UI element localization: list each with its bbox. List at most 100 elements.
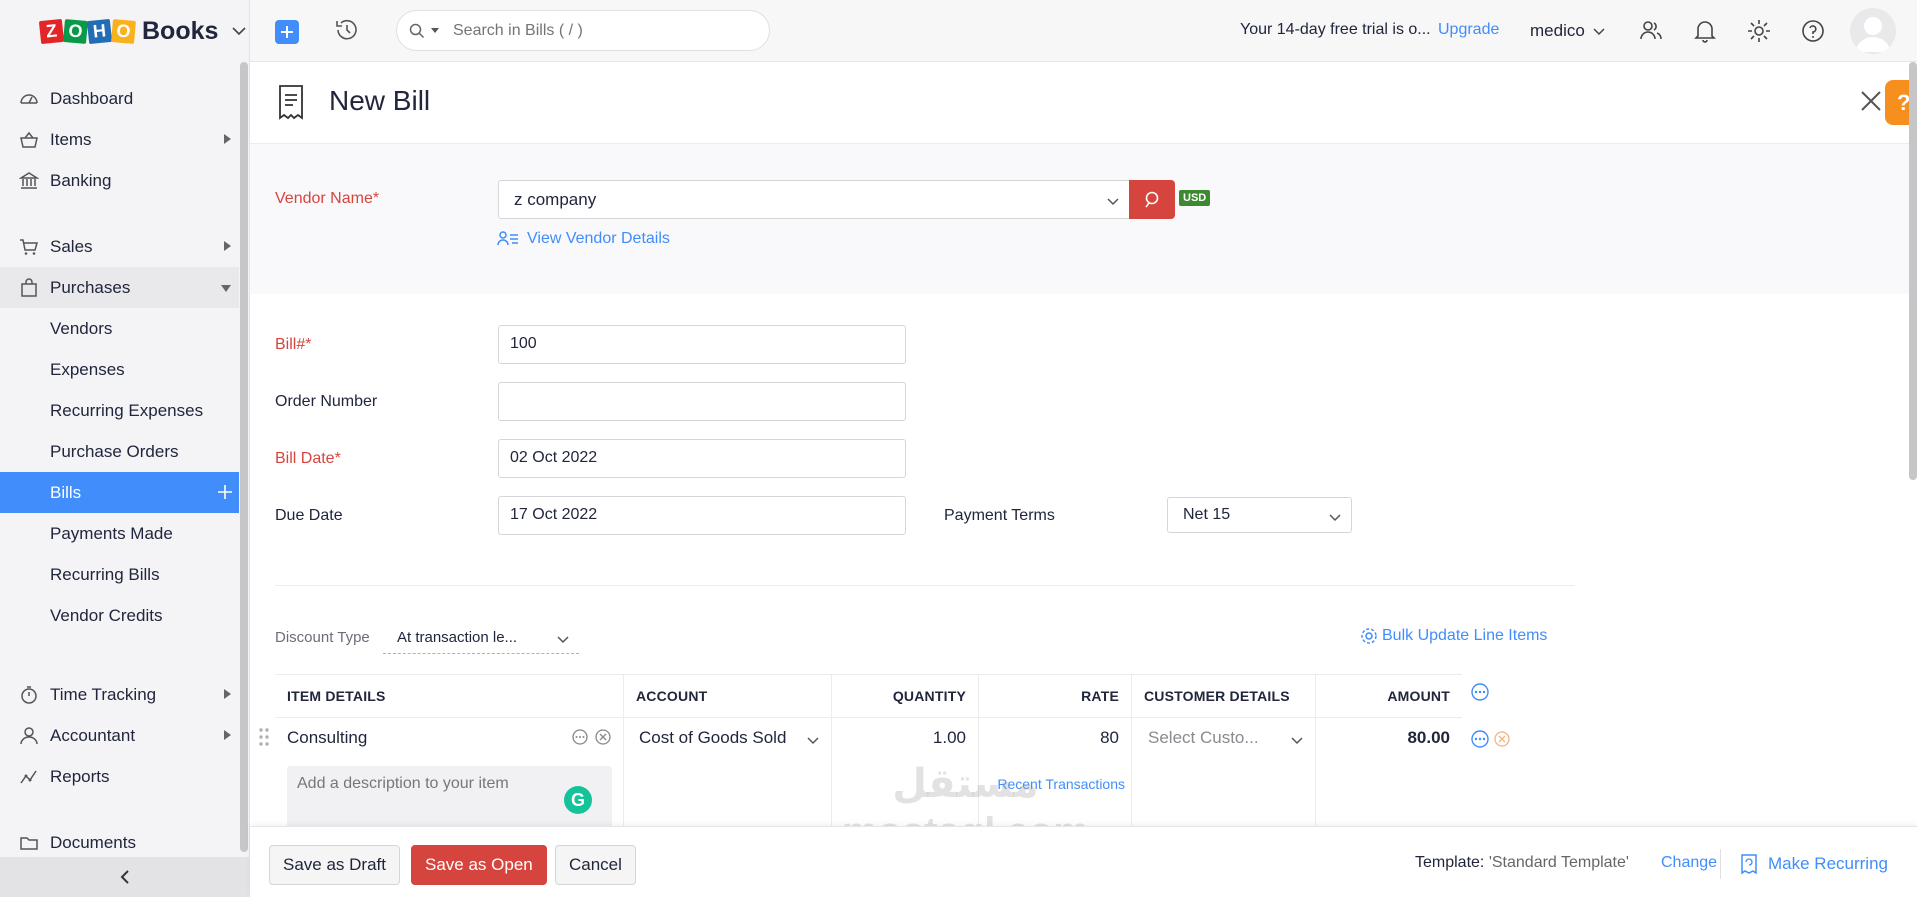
- currency-badge: USD: [1179, 190, 1211, 206]
- vendor-name-select[interactable]: z company: [498, 180, 1130, 219]
- sidebar-item-purchases[interactable]: Purchases: [0, 267, 239, 308]
- search-bar[interactable]: [396, 10, 770, 51]
- users-icon[interactable]: [1638, 18, 1664, 44]
- brand[interactable]: Z O H O Books: [0, 0, 249, 62]
- sidebar-item-expenses[interactable]: Expenses: [0, 349, 239, 390]
- col-rate: RATE: [979, 675, 1132, 717]
- gear-icon[interactable]: [1746, 18, 1772, 44]
- sidebar-item-accountant[interactable]: Accountant: [0, 715, 239, 756]
- col-quantity: QUANTITY: [832, 675, 979, 717]
- sidebar-item-bills[interactable]: Bills: [0, 472, 239, 513]
- vendor-search-button[interactable]: [1129, 180, 1175, 219]
- sidebar-item-time-tracking[interactable]: Time Tracking: [0, 674, 239, 715]
- view-vendor-details-link[interactable]: View Vendor Details: [497, 230, 670, 248]
- cancel-button[interactable]: Cancel: [555, 845, 636, 885]
- sidebar-item-vendors[interactable]: Vendors: [0, 308, 239, 349]
- sidebar-scrollbar[interactable]: [240, 62, 248, 852]
- clear-item-icon[interactable]: [594, 728, 612, 746]
- make-recurring-link[interactable]: Make Recurring: [1740, 853, 1888, 875]
- bill-date-label: Bill Date*: [275, 450, 341, 467]
- discount-type-select[interactable]: At transaction le...: [383, 620, 579, 654]
- col-item-details: ITEM DETAILS: [275, 675, 624, 717]
- customer-cell[interactable]: Select Custo...: [1132, 718, 1316, 828]
- bell-icon[interactable]: [1692, 18, 1718, 44]
- col-customer-details: CUSTOMER DETAILS: [1132, 675, 1316, 717]
- delete-row-icon[interactable]: [1493, 730, 1511, 748]
- sidebar-item-items[interactable]: Items: [0, 119, 239, 160]
- item-description-input[interactable]: Add a description to your item G: [287, 766, 612, 828]
- save-as-draft-button[interactable]: Save as Draft: [269, 845, 400, 885]
- chevron-left-icon: [120, 870, 129, 884]
- order-number-field[interactable]: [498, 382, 906, 421]
- item-details-cell[interactable]: Consulting Add a description to your ite…: [259, 718, 624, 828]
- sidebar-item-vendor-credits[interactable]: Vendor Credits: [0, 595, 239, 636]
- close-icon[interactable]: [1860, 90, 1882, 112]
- caret-right-icon: [224, 689, 231, 699]
- amount-cell: 80.00: [1316, 718, 1462, 828]
- add-bill-plus-icon[interactable]: [217, 484, 233, 500]
- sidebar-item-dashboard[interactable]: Dashboard: [0, 78, 239, 119]
- footer-bar: Save as Draft Save as Open Cancel Templa…: [250, 826, 1917, 897]
- basket-icon: [18, 129, 40, 151]
- due-date-field[interactable]: 17 Oct 2022: [498, 496, 906, 535]
- payment-terms-label: Payment Terms: [944, 507, 1055, 524]
- drag-handle-icon[interactable]: [258, 726, 270, 748]
- chevron-down-icon: [1107, 198, 1119, 206]
- reports-icon: [18, 766, 40, 788]
- vendor-section: Vendor Name* z company USD View Vendor D…: [250, 144, 1910, 294]
- caret-right-icon: [224, 730, 231, 740]
- collapse-sidebar-button[interactable]: [0, 857, 250, 897]
- sidebar-item-purchase-orders[interactable]: Purchase Orders: [0, 431, 239, 472]
- sidebar-item-reports[interactable]: Reports: [0, 756, 239, 797]
- grammarly-icon[interactable]: G: [564, 786, 592, 814]
- bill-date-field[interactable]: 02 Oct 2022: [498, 439, 906, 478]
- sidebar-item-label: Payments Made: [50, 523, 173, 543]
- discount-type-label: Discount Type: [275, 629, 370, 646]
- quick-create-button[interactable]: [275, 20, 299, 44]
- shopping-bag-icon: [18, 277, 40, 299]
- search-filter-caret-icon[interactable]: [431, 28, 439, 33]
- order-number-label: Order Number: [275, 393, 378, 410]
- save-as-open-button[interactable]: Save as Open: [411, 845, 547, 885]
- logo-letter: Z: [38, 18, 65, 44]
- template-info: Template: 'Standard Template': [1415, 854, 1629, 872]
- logo-letter: H: [86, 18, 113, 44]
- sidebar-item-sales[interactable]: Sales: [0, 226, 239, 267]
- sidebar-item-label: Expenses: [50, 359, 125, 379]
- org-switcher[interactable]: medico: [1530, 21, 1605, 41]
- avatar[interactable]: [1850, 8, 1896, 54]
- sidebar-item-payments-made[interactable]: Payments Made: [0, 513, 239, 554]
- sidebar-item-label: Recurring Expenses: [50, 400, 204, 420]
- caret-right-icon: [224, 241, 231, 251]
- search-icon: [409, 23, 425, 38]
- sidebar-item-banking[interactable]: Banking: [0, 160, 239, 201]
- sidebar-item-recurring-bills[interactable]: Recurring Bills: [0, 554, 239, 595]
- bulk-update-link[interactable]: Bulk Update Line Items: [1360, 627, 1547, 645]
- search-input[interactable]: [453, 21, 733, 40]
- sidebar-item-label: Purchase Orders: [50, 441, 179, 461]
- caret-down-icon: [221, 285, 231, 292]
- help-icon[interactable]: [1800, 18, 1826, 44]
- gear-icon: [1361, 628, 1377, 644]
- top-header: Your 14-day free trial is o... Upgrade m…: [250, 0, 1917, 62]
- sidebar-item-label: Bills: [50, 482, 82, 502]
- more-options-icon[interactable]: [571, 728, 589, 746]
- change-template-link[interactable]: Change: [1661, 854, 1717, 872]
- chevron-down-icon[interactable]: [232, 24, 246, 38]
- make-recurring-label: Make Recurring: [1768, 854, 1888, 873]
- main-scrollbar[interactable]: [1909, 62, 1917, 480]
- sidebar-item-label: Accountant: [50, 725, 136, 745]
- sidebar-item-recurring-expenses[interactable]: Recurring Expenses: [0, 390, 239, 431]
- sidebar-item-label: Recurring Bills: [50, 564, 160, 584]
- payment-terms-select[interactable]: Net 15: [1167, 497, 1352, 533]
- vendor-name-value: z company: [514, 190, 597, 209]
- due-date-label: Due Date: [275, 507, 343, 524]
- account-cell[interactable]: Cost of Goods Sold: [624, 718, 832, 828]
- upgrade-link[interactable]: Upgrade: [1438, 21, 1499, 39]
- row-options-icon[interactable]: [1470, 729, 1490, 749]
- column-options-icon[interactable]: [1470, 682, 1490, 702]
- history-icon[interactable]: [334, 17, 360, 43]
- bill-number-field[interactable]: 100: [498, 325, 906, 364]
- vendor-name-label: Vendor Name*: [275, 190, 380, 207]
- sidebar-item-label: Dashboard: [50, 88, 134, 108]
